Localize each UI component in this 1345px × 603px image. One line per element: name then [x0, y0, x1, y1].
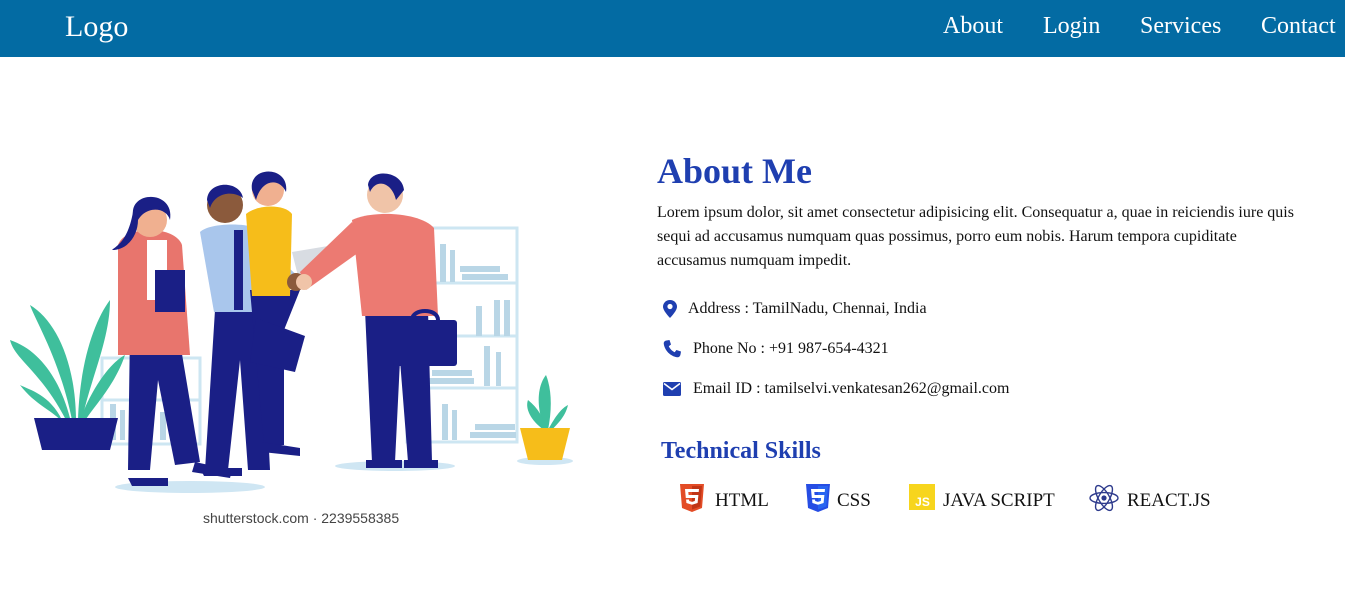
email-text: Email ID : tamilselvi.venkatesan262@gmai…: [693, 380, 1010, 397]
html5-icon: [680, 484, 704, 512]
skill-css-label: CSS: [837, 490, 871, 511]
address-row: Address : TamilNadu, Chennai, India: [663, 298, 1003, 320]
nav-link-login[interactable]: Login: [1043, 13, 1100, 40]
skill-javascript-label: JAVA SCRIPT: [943, 490, 1055, 511]
skill-react: REACT.JS: [1089, 484, 1219, 514]
team-handshake-illustration: [10, 171, 573, 493]
phone-icon: [663, 340, 681, 358]
about-description: Lorem ipsum dolor, sit amet consectetur …: [657, 204, 1294, 269]
phone-text: Phone No : +91 987-654-4321: [693, 340, 889, 357]
image-credit: shutterstock.com · 2239558385: [203, 510, 400, 526]
nav-link-services[interactable]: Services: [1140, 13, 1221, 40]
envelope-icon: [663, 382, 681, 396]
skill-css: CSS: [806, 484, 886, 514]
javascript-icon: JS: [909, 484, 935, 510]
about-title: About Me: [657, 151, 812, 191]
svg-text:JS: JS: [915, 495, 930, 509]
skill-html: HTML: [680, 484, 780, 514]
css3-icon: [806, 484, 830, 512]
skill-html-label: HTML: [715, 490, 769, 511]
email-row: Email ID : tamilselvi.venkatesan262@gmai…: [663, 378, 1023, 400]
navbar: Logo About Login Services Contact: [0, 0, 1345, 57]
map-pin-icon: [663, 300, 677, 318]
technical-skills-title: Technical Skills: [661, 438, 821, 464]
address-text: Address : TamilNadu, Chennai, India: [688, 300, 927, 317]
skill-javascript: JS JAVA SCRIPT: [909, 484, 1059, 514]
skill-react-label: REACT.JS: [1127, 490, 1211, 511]
logo[interactable]: Logo: [65, 10, 128, 44]
nav-link-about[interactable]: About: [943, 13, 1003, 40]
react-icon: [1089, 484, 1119, 512]
nav-link-contact[interactable]: Contact: [1261, 13, 1336, 40]
phone-row: Phone No : +91 987-654-4321: [663, 338, 1003, 360]
